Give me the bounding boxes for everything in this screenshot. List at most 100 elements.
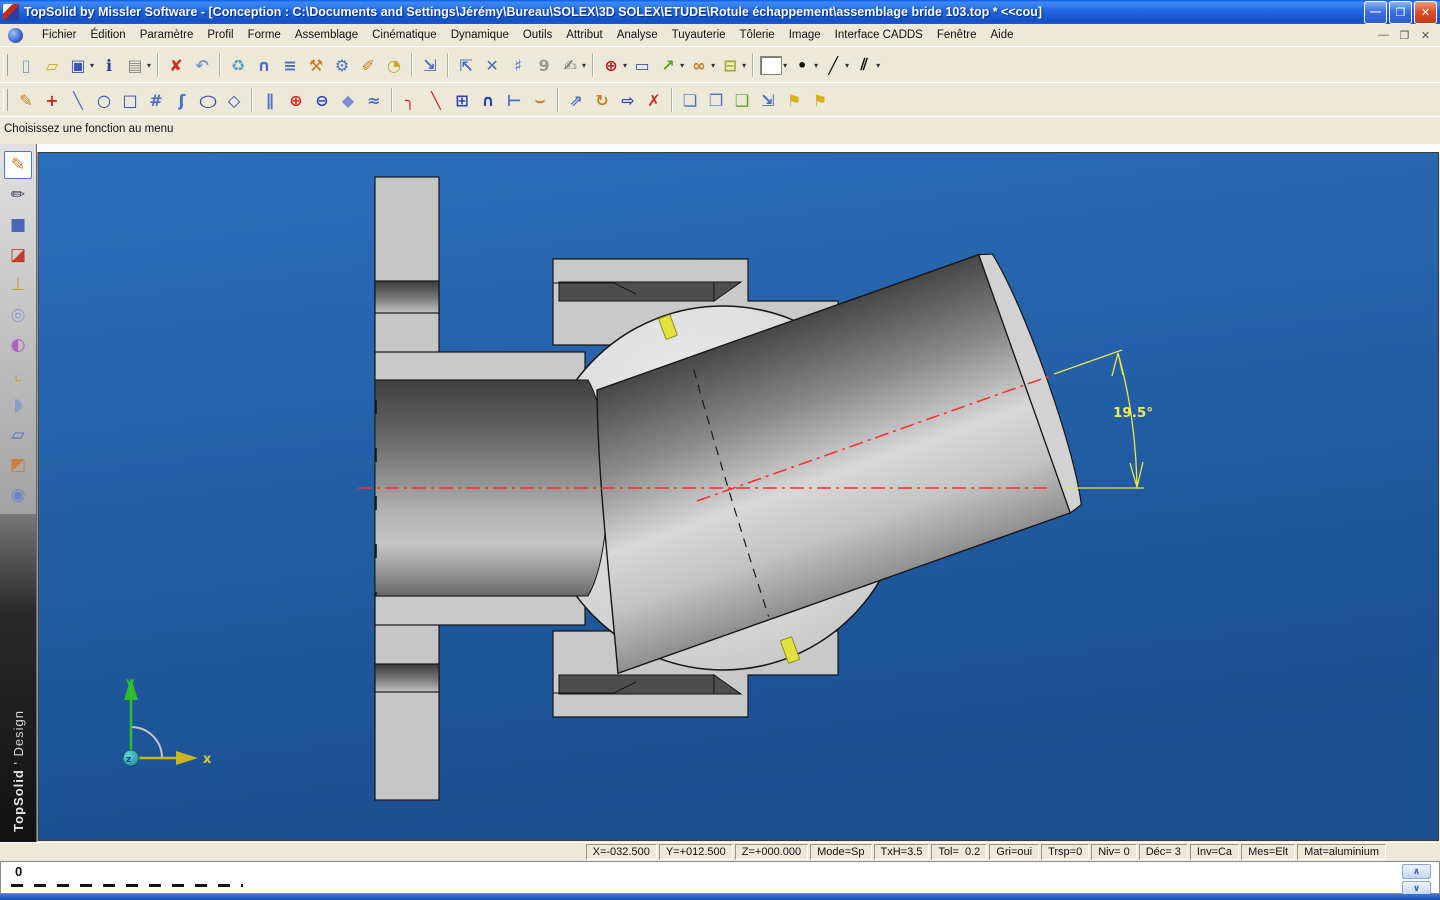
hatch-style-button[interactable]: ⫽▾: [851, 52, 882, 78]
pin-list-button[interactable]: ⚑: [807, 87, 833, 113]
new-file-button[interactable]: ▯: [13, 52, 39, 78]
menu-item-aide[interactable]: Aide: [984, 26, 1021, 44]
viewport-canvas[interactable]: 19.5° y x z: [37, 144, 1440, 842]
close-icon[interactable]: ✕: [1414, 1, 1437, 24]
open-file-button[interactable]: ▱: [39, 52, 65, 78]
jump-arrows-button[interactable]: ⇱: [453, 52, 479, 78]
solid-shape-button[interactable]: ■: [4, 211, 32, 239]
menu-item-tolerie[interactable]: Tôlerie: [733, 26, 782, 44]
segment-button[interactable]: ╲: [65, 87, 91, 113]
circle-button[interactable]: ○: [91, 87, 117, 113]
curve-offset-button[interactable]: ⌣: [527, 87, 553, 113]
zoom-button[interactable]: ⊕▾: [598, 52, 629, 78]
menu-item-parametre[interactable]: Paramètre: [133, 26, 201, 44]
menu-item-image[interactable]: Image: [782, 26, 828, 44]
menu-item-assemblage[interactable]: Assemblage: [288, 26, 365, 44]
cross-tool-button[interactable]: ✕: [479, 52, 505, 78]
translate-button[interactable]: ⇨: [615, 87, 641, 113]
boolean-button[interactable]: ⊞: [449, 87, 475, 113]
mdi-restore-button[interactable]: ❐: [1396, 28, 1413, 43]
shape-nine-button[interactable]: 9: [531, 52, 557, 78]
dropdown-arrow-icon[interactable]: ▾: [90, 61, 94, 70]
dropdown-arrow-icon[interactable]: ▾: [845, 61, 849, 70]
route-arrows-button[interactable]: ⇲: [417, 52, 443, 78]
axis-point-button[interactable]: ⊕: [283, 87, 309, 113]
assemble-include-button[interactable]: ❑: [729, 87, 755, 113]
menu-item-cinematique[interactable]: Cinématique: [365, 26, 444, 44]
assemble-place-button[interactable]: ❏: [677, 87, 703, 113]
sketch-3d-button[interactable]: ✏: [4, 181, 32, 209]
parallel-button[interactable]: ∥: [257, 87, 283, 113]
line-style-button[interactable]: ╱▾: [820, 52, 851, 78]
edit-hand-button[interactable]: ✍▾: [557, 52, 588, 78]
dropdown-arrow-icon[interactable]: ▾: [582, 61, 586, 70]
print-button[interactable]: ▤▾: [122, 52, 153, 78]
rotate-button[interactable]: ↻: [589, 87, 615, 113]
dropdown-arrow-icon[interactable]: ▾: [147, 61, 151, 70]
mdi-close-button[interactable]: ✕: [1417, 28, 1434, 43]
minimize-icon[interactable]: —: [1364, 1, 1387, 24]
surface-button[interactable]: ◪: [4, 241, 32, 269]
menu-item-forme[interactable]: Forme: [241, 26, 288, 44]
pan-view-button[interactable]: ↗▾: [655, 52, 686, 78]
spline-button[interactable]: ʃ: [169, 87, 195, 113]
menu-item-tuyauterie[interactable]: Tuyauterie: [665, 26, 733, 44]
assemble-fix-button[interactable]: ❐: [703, 87, 729, 113]
restore-icon[interactable]: ❐: [1389, 1, 1412, 24]
sliders-button[interactable]: ≡: [277, 52, 303, 78]
menu-item-fenetre[interactable]: Fenêtre: [930, 26, 984, 44]
pin-position-button[interactable]: ⚑: [781, 87, 807, 113]
small-tool-button[interactable]: ✐: [355, 52, 381, 78]
frame-button[interactable]: #: [143, 87, 169, 113]
document-info-button[interactable]: ℹ: [96, 52, 122, 78]
dropdown-arrow-icon[interactable]: ▾: [814, 61, 818, 70]
delete-constraint-button[interactable]: ✗: [641, 87, 667, 113]
dropdown-arrow-icon[interactable]: ▾: [783, 61, 787, 70]
polygon-button[interactable]: ◇: [221, 87, 247, 113]
drawing-plan-button[interactable]: ▱: [4, 421, 32, 449]
chamfer-button[interactable]: ╲: [423, 87, 449, 113]
shading-glasses-button[interactable]: ∞▾: [686, 52, 717, 78]
menu-item-fichier[interactable]: Fichier: [35, 26, 84, 44]
section-view-button[interactable]: ⊟▾: [717, 52, 748, 78]
sketch-2d-button[interactable]: ✎: [4, 151, 32, 179]
dropdown-arrow-icon[interactable]: ▾: [742, 61, 746, 70]
dropdown-arrow-icon[interactable]: ▾: [711, 61, 715, 70]
menu-item-interface-cadds[interactable]: Interface CADDS: [828, 26, 930, 44]
color-swatch-button[interactable]: ▾: [758, 52, 789, 78]
menu-item-analyse[interactable]: Analyse: [610, 26, 665, 44]
assembly-links-button[interactable]: ⇲: [755, 87, 781, 113]
point-style-button[interactable]: •▾: [789, 52, 820, 78]
panel-corner-button[interactable]: ◩: [4, 451, 32, 479]
slot-button[interactable]: ⊖: [309, 87, 335, 113]
menu-item-profil[interactable]: Profil: [200, 26, 240, 44]
gear-ring-button[interactable]: ◎: [4, 301, 32, 329]
piston-button[interactable]: ⊥: [4, 271, 32, 299]
arc-slot-button[interactable]: ∩: [475, 87, 501, 113]
trash-button[interactable]: ♻: [225, 52, 251, 78]
scroll-up-button[interactable]: ∧: [1402, 864, 1431, 879]
render-palette-button[interactable]: ◐: [4, 331, 32, 359]
hammer-button[interactable]: ⚒: [303, 52, 329, 78]
mdi-minimize-button[interactable]: —: [1375, 28, 1392, 43]
command-area[interactable]: 0 ∧ ∨: [0, 861, 1440, 894]
viewport[interactable]: 19.5° y x z: [37, 144, 1440, 842]
prism-button[interactable]: ◆: [335, 87, 361, 113]
menu-item-outils[interactable]: Outils: [516, 26, 559, 44]
rectangle-button[interactable]: □: [117, 87, 143, 113]
menu-item-edition[interactable]: Édition: [84, 26, 133, 44]
sheet-metal-button[interactable]: ⌞: [4, 361, 32, 389]
dropdown-arrow-icon[interactable]: ▾: [876, 61, 880, 70]
sweep-button[interactable]: ≈: [361, 87, 387, 113]
sketch-button[interactable]: ✎: [13, 87, 39, 113]
tools-button[interactable]: ⚙: [329, 52, 355, 78]
point-button[interactable]: +: [39, 87, 65, 113]
menu-item-dynamique[interactable]: Dynamique: [444, 26, 516, 44]
undo-button[interactable]: ↶: [189, 52, 215, 78]
sliders-2-button[interactable]: ♯: [505, 52, 531, 78]
ellipse-button[interactable]: ○: [195, 87, 221, 113]
dropdown-arrow-icon[interactable]: ▾: [680, 61, 684, 70]
corner-fillet-button[interactable]: ╮: [397, 87, 423, 113]
measure-button[interactable]: ⇗: [563, 87, 589, 113]
dropdown-arrow-icon[interactable]: ▾: [623, 61, 627, 70]
